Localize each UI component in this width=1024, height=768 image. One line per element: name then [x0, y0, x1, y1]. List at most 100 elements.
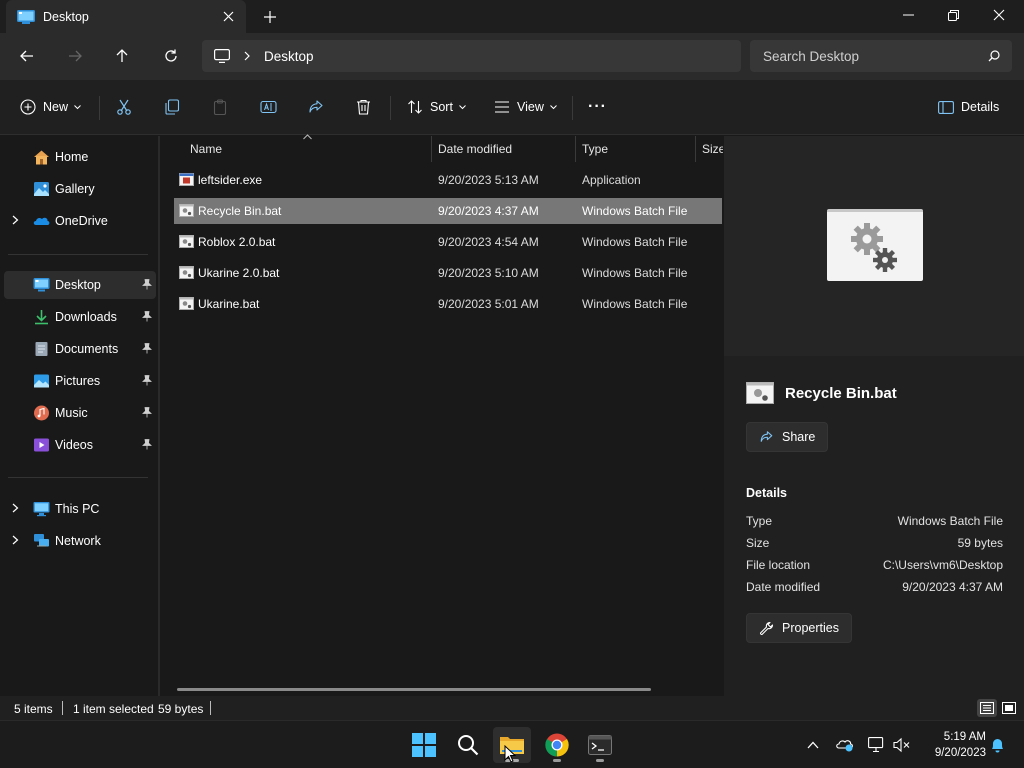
- pin-icon[interactable]: [142, 439, 152, 450]
- new-button[interactable]: New: [20, 94, 81, 120]
- file-name: Roblox 2.0.bat: [198, 235, 276, 249]
- file-date-modified: 9/20/2023 5:01 AM: [438, 297, 539, 311]
- column-header-size[interactable]: Size: [702, 136, 723, 162]
- tab-desktop[interactable]: Desktop: [6, 0, 246, 33]
- mouse-cursor-icon: [504, 745, 516, 763]
- address-bar[interactable]: Desktop: [202, 40, 741, 72]
- onedrive-tray-button[interactable]: [834, 734, 856, 756]
- network-icon: [34, 534, 49, 547]
- pin-icon[interactable]: [142, 279, 152, 290]
- share-button[interactable]: [308, 94, 324, 120]
- paste-button[interactable]: [212, 94, 228, 120]
- forward-button[interactable]: [61, 43, 89, 69]
- properties-button[interactable]: Properties: [746, 613, 852, 643]
- sidebar-item-downloads[interactable]: Downloads: [4, 303, 156, 331]
- rename-button[interactable]: [260, 94, 277, 120]
- details-label: Details: [961, 100, 1000, 114]
- table-row[interactable]: Recycle Bin.bat 9/20/2023 4:37 AM Window…: [174, 198, 722, 224]
- speaker-muted-icon: [893, 737, 910, 753]
- table-row[interactable]: Ukarine.bat 9/20/2023 5:01 AM Windows Ba…: [174, 291, 722, 317]
- sidebar-item-this-pc[interactable]: This PC: [4, 495, 156, 523]
- restore-button[interactable]: [930, 0, 976, 30]
- onedrive-icon: [33, 217, 50, 225]
- sidebar-item-videos[interactable]: Videos: [4, 431, 156, 459]
- batch-file-icon: [179, 297, 194, 310]
- sort-button[interactable]: Sort: [407, 94, 466, 120]
- table-row[interactable]: leftsider.exe 9/20/2023 5:13 AM Applicat…: [174, 167, 722, 193]
- sidebar-item-label: Videos: [55, 438, 93, 452]
- application-icon: [179, 173, 194, 186]
- volume-tray-button[interactable]: [891, 734, 913, 756]
- search-box[interactable]: Search Desktop: [750, 40, 1012, 72]
- sidebar-item-desktop[interactable]: Desktop: [4, 271, 156, 299]
- column-divider[interactable]: [575, 136, 576, 162]
- system-clock[interactable]: 5:19 AM 9/20/2023: [918, 729, 986, 761]
- chevron-down-icon: [74, 104, 81, 109]
- notifications-button[interactable]: [986, 734, 1008, 756]
- new-tab-button[interactable]: [258, 6, 282, 28]
- toolbar-divider: [390, 96, 391, 120]
- details-section-heading: Details: [746, 486, 787, 500]
- column-divider[interactable]: [695, 136, 696, 162]
- refresh-icon: [165, 49, 177, 62]
- sidebar-item-documents[interactable]: Documents: [4, 335, 156, 363]
- bell-icon: [991, 739, 1003, 753]
- sidebar-item-label: Documents: [55, 342, 119, 356]
- sidebar-item-label: Pictures: [55, 374, 101, 388]
- file-type: Application: [582, 173, 641, 187]
- arrow-up-icon: [116, 49, 128, 62]
- table-row[interactable]: Roblox 2.0.bat 9/20/2023 4:54 AM Windows…: [174, 229, 722, 255]
- sidebar-item-onedrive[interactable]: OneDrive: [4, 207, 156, 235]
- sidebar-item-pictures[interactable]: Pictures: [4, 367, 156, 395]
- properties-label: Properties: [782, 621, 839, 635]
- chrome-taskbar-button[interactable]: [538, 727, 576, 763]
- terminal-taskbar-button[interactable]: [581, 727, 619, 763]
- music-icon: [34, 405, 49, 421]
- sidebar-item-label: Music: [55, 406, 88, 420]
- search-input[interactable]: Search Desktop: [763, 49, 988, 64]
- network-tray-button[interactable]: [866, 734, 888, 756]
- details-share-button[interactable]: Share: [746, 422, 829, 452]
- show-hidden-icons-button[interactable]: [802, 734, 824, 756]
- more-icon: ···: [588, 98, 607, 115]
- column-header-type[interactable]: Type: [582, 136, 608, 162]
- details-toggle-button[interactable]: Details: [938, 94, 999, 120]
- column-header-name[interactable]: Name: [190, 136, 222, 162]
- minimize-icon: [902, 14, 914, 16]
- sidebar-item-gallery[interactable]: Gallery: [4, 175, 156, 203]
- breadcrumb-desktop[interactable]: Desktop: [264, 49, 314, 64]
- sidebar-item-network[interactable]: Network: [4, 527, 156, 555]
- cut-button[interactable]: [116, 94, 132, 120]
- search-taskbar-button[interactable]: [449, 727, 487, 763]
- column-header-date[interactable]: Date modified: [438, 136, 512, 162]
- column-divider[interactable]: [431, 136, 432, 162]
- minimize-button[interactable]: [885, 0, 931, 30]
- pin-icon[interactable]: [142, 407, 152, 418]
- start-button[interactable]: [405, 727, 443, 763]
- file-name: Ukarine 2.0.bat: [198, 266, 280, 280]
- close-icon: [993, 9, 1005, 21]
- pin-icon[interactable]: [142, 343, 152, 354]
- back-button[interactable]: [13, 43, 41, 69]
- close-window-button[interactable]: [976, 0, 1022, 30]
- table-row[interactable]: Ukarine 2.0.bat 9/20/2023 5:10 AM Window…: [174, 260, 722, 286]
- videos-icon: [34, 438, 49, 452]
- tiles-view-toggle[interactable]: [999, 699, 1019, 717]
- up-button[interactable]: [108, 43, 136, 69]
- status-separator: [62, 701, 63, 715]
- sidebar-item-home[interactable]: Home: [4, 143, 156, 171]
- details-view-toggle[interactable]: [977, 699, 997, 717]
- refresh-button[interactable]: [157, 43, 185, 69]
- status-selection: 1 item selected: [73, 702, 154, 716]
- copy-button[interactable]: [164, 94, 180, 120]
- horizontal-scrollbar[interactable]: [177, 688, 651, 691]
- property-row: Size 59 bytes: [746, 536, 1003, 554]
- more-options-button[interactable]: ···: [588, 94, 607, 120]
- close-icon: [223, 11, 233, 22]
- pin-icon[interactable]: [142, 375, 152, 386]
- delete-button[interactable]: [356, 94, 371, 120]
- view-button[interactable]: View: [494, 94, 557, 120]
- pin-icon[interactable]: [142, 311, 152, 322]
- close-tab-button[interactable]: [218, 7, 238, 27]
- sidebar-item-music[interactable]: Music: [4, 399, 156, 427]
